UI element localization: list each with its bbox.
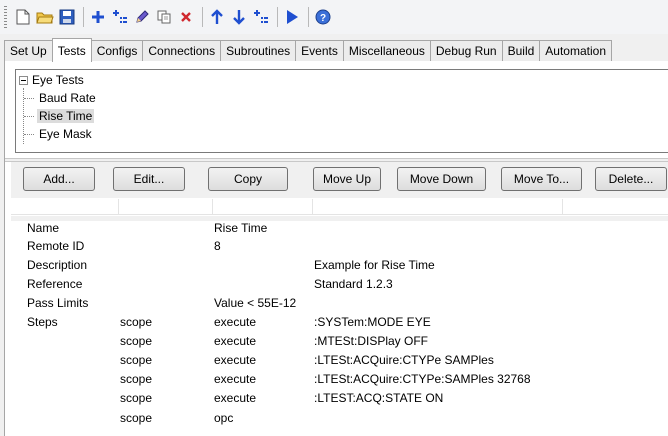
toolbar: ? [0,0,668,34]
grid-header [11,199,668,215]
tree-root[interactable]: Eye Tests [19,72,84,88]
step-action: opc [214,411,234,425]
reference-value: Standard 1.2.3 [314,277,393,291]
description-label: Description [27,258,88,272]
details-grid: Name Rise Time Remote ID 8 Description E… [11,199,668,436]
step-action: execute [214,372,257,386]
tree-item-rise-time[interactable]: Rise Time [24,107,95,125]
button-bar: Add... Edit... Copy Move Up Move Down Mo… [11,162,668,198]
tests-panel: Eye Tests Baud Rate Rise Time Eye Mask A… [4,61,668,436]
remote-id-label: Remote ID [27,239,85,253]
step-action: execute [214,391,257,405]
step-target: scope [120,372,153,386]
step-action: execute [214,315,257,329]
tab-miscellaneous[interactable]: Miscellaneous [342,40,431,61]
svg-text:?: ? [320,13,326,24]
description-value: Example for Rise Time [314,258,435,272]
step-command: :LTEST:ACQ:STATE ON [314,391,444,405]
run-icon[interactable] [282,6,302,28]
toolbar-separator [308,7,309,27]
pass-limits-value: Value < 55E-12 [214,296,297,310]
column-divider[interactable] [118,199,119,215]
add-child-icon[interactable] [110,6,130,28]
remote-id-value: 8 [214,239,221,253]
tree-item-eye-mask[interactable]: Eye Mask [24,125,94,143]
tab-events[interactable]: Events [295,40,344,61]
test-tree[interactable]: Eye Tests Baud Rate Rise Time Eye Mask [15,69,668,153]
step-target: scope [120,315,153,329]
tab-subroutines[interactable]: Subroutines [220,40,297,61]
grid-header-band [11,216,668,221]
move-up-icon[interactable] [207,6,227,28]
tab-automation[interactable]: Automation [539,40,612,61]
save-icon[interactable] [57,6,77,28]
help-icon[interactable]: ? [313,6,333,28]
name-label: Name [27,221,60,235]
tab-connections[interactable]: Connections [142,40,222,61]
tab-configs[interactable]: Configs [90,40,144,61]
step-command: :LTESt:ACQuire:CTYPe SAMPles [314,353,494,367]
tab-tests[interactable]: Tests [51,38,92,62]
toolbar-grip[interactable] [4,6,7,28]
tab-build[interactable]: Build [501,40,541,61]
move-up-button[interactable]: Move Up [313,167,381,191]
open-folder-icon[interactable] [35,6,55,28]
step-command: :MTESt:DISPlay OFF [314,334,429,348]
step-target: scope [120,411,153,425]
step-target: scope [120,334,153,348]
move-down-button[interactable]: Move Down [397,167,486,191]
column-divider[interactable] [212,199,213,215]
name-value: Rise Time [214,221,268,235]
step-action: execute [214,334,257,348]
edit-button[interactable]: Edit... [113,167,185,191]
tree-root-label[interactable]: Eye Tests [32,73,84,87]
step-command: :SYSTem:MODE EYE [314,315,431,329]
tree-item-label[interactable]: Baud Rate [37,91,98,105]
tree-item-label[interactable]: Eye Mask [37,127,94,141]
toolbar-separator [277,7,278,27]
reference-label: Reference [27,277,83,291]
new-icon[interactable] [13,6,33,28]
step-command: :LTESt:ACQuire:CTYPe:SAMPles 32768 [314,372,531,386]
column-divider[interactable] [312,199,313,215]
column-divider[interactable] [562,199,563,215]
step-target: scope [120,391,153,405]
move-down-icon[interactable] [229,6,249,28]
toolbar-separator [202,7,203,27]
add-button[interactable]: Add... [23,167,95,191]
toolbar-separator [83,7,84,27]
tab-debug-run[interactable]: Debug Run [429,40,503,61]
delete-button[interactable]: Delete... [595,167,667,191]
tab-set-up[interactable]: Set Up [4,40,53,61]
steps-label: Steps [27,315,58,329]
pass-limits-label: Pass Limits [27,296,89,310]
edit-pencil-icon[interactable] [132,6,152,28]
step-action: execute [214,353,257,367]
step-target: scope [120,353,153,367]
copy-icon[interactable] [154,6,174,28]
move-to-icon[interactable] [251,6,271,28]
tab-strip: Set Up Tests Configs Connections Subrout… [4,38,668,62]
collapse-icon[interactable] [19,75,28,85]
tree-item-baud-rate[interactable]: Baud Rate [24,89,98,107]
move-to-button[interactable]: Move To... [501,167,582,191]
add-icon[interactable] [88,6,108,28]
delete-icon[interactable] [176,6,196,28]
tree-item-label[interactable]: Rise Time [37,109,95,123]
copy-button[interactable]: Copy [208,167,288,191]
